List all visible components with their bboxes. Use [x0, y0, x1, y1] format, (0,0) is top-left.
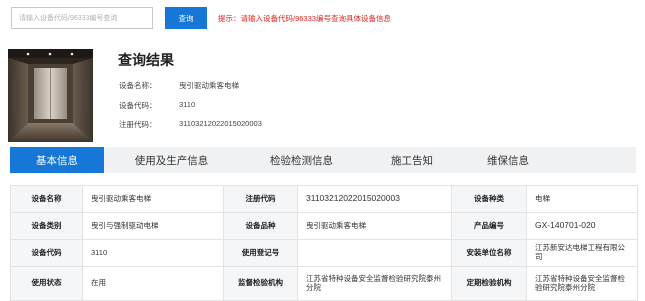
result-field-device-code: 设备代码： 3110: [119, 100, 195, 111]
elevator-photo: [8, 49, 93, 142]
table-value: 曳引驱动乘客电梯: [297, 212, 452, 240]
table-label: 设备品种: [223, 212, 298, 240]
table-value: 曳引驱动乘客电梯: [82, 185, 224, 213]
table-value: 曳引与强制驱动电梯: [82, 212, 224, 240]
search-input[interactable]: [11, 7, 153, 29]
field-value: 31103212022015020003: [179, 119, 262, 128]
table-value: 江苏省特种设备安全监督检验研究院泰州分院: [297, 266, 452, 301]
table-value: [297, 239, 452, 267]
table-label: 设备类别: [10, 212, 83, 240]
table-label: 设备名称: [10, 185, 83, 213]
table-value: 31103212022015020003: [297, 185, 452, 213]
table-row: 使用状态 在用 监督检验机构 江苏省特种设备安全监督检验研究院泰州分院 定期检验…: [10, 266, 638, 301]
table-label: 安装单位名称: [451, 239, 527, 267]
field-label: 注册代码：: [119, 120, 157, 129]
table-value: 电梯: [526, 185, 638, 213]
table-value: 3110: [82, 239, 224, 267]
field-label: 设备名称：: [119, 81, 157, 90]
table-label: 产品编号: [451, 212, 527, 240]
table-value: 江苏省特种设备安全监督检验研究院泰州分院: [526, 266, 638, 301]
field-value: 3110: [179, 100, 196, 109]
result-field-registration-code: 注册代码： 31103212022015020003: [119, 119, 262, 130]
table-label: 使用状态: [10, 266, 83, 301]
field-value: 曳引驱动乘客电梯: [179, 81, 239, 90]
table-value: 江苏新安达电梯工程有限公司: [526, 239, 638, 267]
tab-inspection[interactable]: 检验检测信息: [239, 147, 364, 173]
table-label: 设备种类: [451, 185, 527, 213]
table-value: 在用: [82, 266, 224, 301]
tab-construction-notice[interactable]: 施工告知: [364, 147, 460, 173]
table-value: GX-140701-020: [526, 212, 638, 240]
tab-usage-production[interactable]: 使用及生产信息: [104, 147, 239, 173]
field-label: 设备代码：: [119, 101, 157, 110]
tab-bar: 基本信息 使用及生产信息 检验检测信息 施工告知 维保信息: [10, 147, 636, 173]
table-label: 定期检验机构: [451, 266, 527, 301]
table-label: 注册代码: [223, 185, 298, 213]
table-label: 设备代码: [10, 239, 83, 267]
table-row: 设备名称 曳引驱动乘客电梯 注册代码 31103212022015020003 …: [10, 185, 638, 213]
tab-maintenance[interactable]: 维保信息: [460, 147, 556, 173]
basic-info-table: 设备名称 曳引驱动乘客电梯 注册代码 31103212022015020003 …: [10, 185, 638, 301]
table-label: 监督检验机构: [223, 266, 298, 301]
tab-basic-info[interactable]: 基本信息: [10, 147, 104, 173]
search-bar: 查询 提示：请输入设备代码/96333编号查询具体设备信息: [11, 7, 391, 29]
table-row: 设备代码 3110 使用登记号 安装单位名称 江苏新安达电梯工程有限公司: [10, 239, 638, 267]
table-label: 使用登记号: [223, 239, 298, 267]
search-hint: 提示：请输入设备代码/96333编号查询具体设备信息: [218, 13, 391, 23]
search-button[interactable]: 查询: [165, 7, 207, 29]
result-title: 查询结果: [118, 52, 174, 68]
result-field-device-name: 设备名称： 曳引驱动乘客电梯: [119, 80, 239, 91]
table-row: 设备类别 曳引与强制驱动电梯 设备品种 曳引驱动乘客电梯 产品编号 GX-140…: [10, 212, 638, 240]
